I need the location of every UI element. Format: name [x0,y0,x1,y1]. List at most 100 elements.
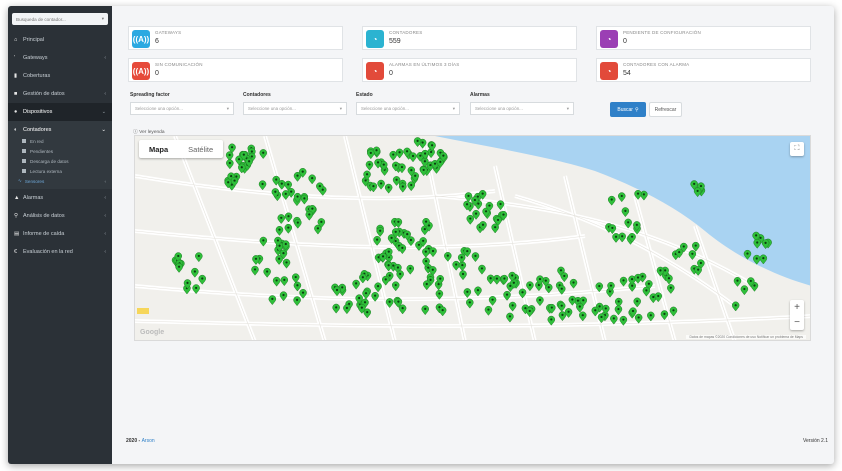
stat-card-alarmas-3-dias[interactable]: ◔ ALARMAS EN ÚLTIMOS 3 DÍAS 0 [362,58,577,82]
sidebar-item-gestion-datos[interactable]: ■ Gestión de datos ‹ [8,85,112,103]
submenu-head-label: Contadores [23,127,52,133]
footer-brand-link[interactable]: Arson [142,438,155,444]
spreading-factor-select[interactable]: Seleccione una opción... ▾ [130,102,234,115]
meter-marker-dot [394,283,397,287]
alarmas-filter-select[interactable]: Seleccione una opción... ▾ [470,102,574,115]
meter-marker-dot [512,281,515,284]
zoom-in-button[interactable]: + [790,300,804,315]
meter-marker-dot [240,166,243,169]
zoom-out-button[interactable]: − [790,315,804,330]
stat-card-contadores[interactable]: ◔ CONTADORES 559 [362,26,577,50]
meter-marker-icon [367,149,375,160]
meters-map[interactable]: Mapa Satélite ⛶ + − Google Datos de mapa… [134,135,811,341]
submenu-contadores[interactable]: ◐ Contadores ⌄ [8,124,112,136]
meter-marker-dot [431,249,435,253]
meter-marker-icon [618,192,626,203]
meter-marker-dot [287,226,290,229]
street-edge [264,136,325,340]
stat-card-contadores-alarma[interactable]: ◔ CONTADORES CON ALARMA 54 [596,58,811,82]
meter-marker-dot [429,163,432,167]
meter-marker-dot [406,233,409,236]
file-icon [22,159,26,163]
file-icon [22,139,26,143]
meter-marker-dot [424,250,427,253]
legend-link[interactable]: ⓘ Ver leyenda [133,128,165,135]
sidebar-item-analisis[interactable]: ⚲ Análisis de datos ‹ [8,207,112,225]
meter-marker-icon [300,194,309,205]
meter-marker-dot [320,220,323,223]
meter-marker-dot [296,284,299,287]
meter-marker-icon [384,261,393,272]
contadores-filter-select[interactable]: Seleccione una opción... ▾ [243,102,347,115]
stat-card-label: CONTADORES [389,30,423,35]
meter-marker-dot [667,277,671,280]
meter-marker-dot [230,146,234,149]
submenu-sensores[interactable]: ∿ Sensores ‹ [8,176,112,186]
stat-card-pendiente[interactable]: ◔ PENDIENTE DE CONFIGURACIÓN 0 [596,26,811,50]
meter-marker-dot [446,254,449,257]
meter-marker-icon [634,273,642,284]
meter-marker-dot [433,162,437,165]
submenu-item-lectura-externa[interactable]: Lectura externa [8,166,112,176]
meter-marker-dot [495,277,498,280]
submenu-item-descarga-datos[interactable]: Descarga de datos [8,156,112,166]
footer-version: Versión 2.1 [802,438,828,444]
map-attribution[interactable]: Datos de mapas ©2020 Condiciones de uso … [686,335,806,339]
meter-marker-dot [466,249,469,253]
meter-marker-dot [502,213,505,216]
map-canvas[interactable] [135,136,811,341]
meter-marker-icon [373,236,381,246]
meter-marker-icon [363,308,371,319]
meter-marker-dot [461,272,465,276]
meter-marker-dot [691,252,694,255]
stat-card-gateways[interactable]: ((A)) GATEWAYS 6 [128,26,343,50]
sidebar-item-dispositivos[interactable]: ● Dispositivos ⌄ [8,103,112,121]
meter-marker-dot [431,268,434,271]
meter-marker-icon [333,286,341,297]
stat-card-sin-comunicacion[interactable]: ((A)) SIN COMUNICACIÓN 0 [128,58,343,82]
meter-marker-dot [276,239,280,242]
meter-marker-icon [579,311,587,322]
meter-marker-dot [547,286,550,289]
tab-satellite[interactable]: Satélite [178,140,223,158]
meter-marker-dot [528,283,532,287]
tab-map[interactable]: Mapa [139,140,178,158]
meter-marker-dot [410,169,413,172]
meter-marker-icon [452,260,460,271]
meter-marker-dot [345,306,349,310]
fullscreen-icon[interactable]: ⛶ [790,142,804,156]
sidebar-item-evaluacion[interactable]: € Evaluación en la red ‹ [8,243,112,261]
meter-marker-dot [480,267,484,270]
meter-marker-dot [559,269,563,272]
meter-marker-dot [242,153,245,156]
meter-marker-icon [407,181,415,192]
meter-marker-icon [506,312,514,323]
submenu-item-pendientes[interactable]: Pendientes [8,146,112,156]
submenu-item-en-red[interactable]: En red [8,136,112,146]
meter-marker-dot [550,306,553,309]
meter-marker-icon [488,296,497,306]
meter-search-input[interactable]: Busqueda de contador... ▾ [12,13,108,25]
meter-marker-icon [291,273,300,284]
sidebar-item-principal[interactable]: ⌂ Principal [8,31,112,49]
meter-marker-dot [630,278,634,281]
refresh-button[interactable]: Refrescar [649,102,682,117]
meter-marker-dot [489,277,492,280]
meter-marker-dot [491,298,494,301]
bar-chart-icon: ▮ [14,73,18,79]
meter-marker-dot [379,229,382,232]
sidebar-item-coberturas[interactable]: ▮ Coberturas [8,67,112,85]
sidebar-item-gateways[interactable]: ʼ Gateways ‹ [8,49,112,67]
meter-marker-dot [499,202,502,206]
meter-marker-icon [332,303,340,314]
meter-marker-dot [392,153,395,156]
sidebar-item-alarmas[interactable]: ▲ Alarmas ‹ [8,189,112,207]
meter-marker-icon [275,225,284,236]
meter-marker-dot [636,192,640,195]
meter-marker-icon [395,148,404,159]
sidebar-item-informe[interactable]: ▤ Informe de caída ‹ [8,225,112,243]
estado-filter-select[interactable]: Seleccione una opción... ▾ [356,102,460,115]
meter-marker-dot [282,293,285,297]
search-button[interactable]: Buscar ⚲ [610,102,646,117]
meter-marker-dot [228,161,231,165]
